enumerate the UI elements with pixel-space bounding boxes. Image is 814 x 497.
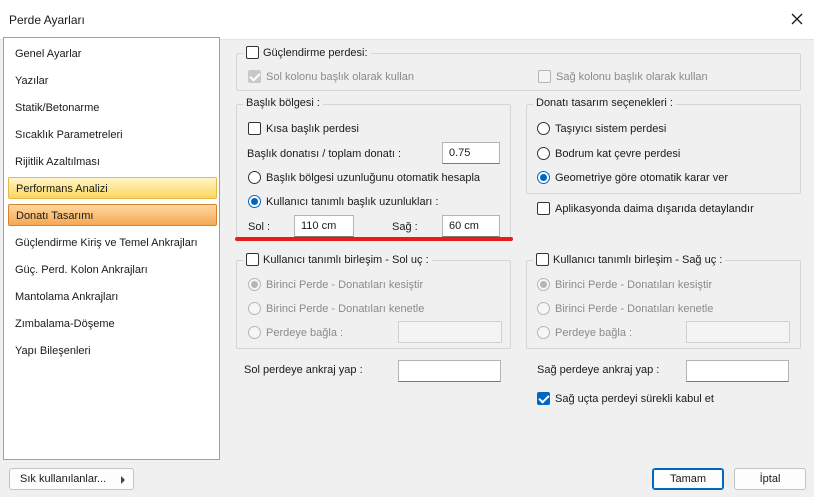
aplikasyon-checkbox[interactable] [537,202,550,215]
sol-kolon-checkbox[interactable] [248,70,261,83]
sidebar-item-donati-tasarimi[interactable]: Donatı Tasarımı [8,204,217,226]
sag-perdeye-bagla-radio[interactable] [537,326,550,339]
sag-kenetle-radio[interactable] [537,302,550,315]
sol-kolon-option[interactable]: Sol kolonu başlık olarak kullan [248,70,414,83]
sag-perdeye-bagla-option[interactable]: Perdeye bağla : [537,326,632,339]
sol-uzunluk-label: Sol : [248,221,271,233]
sag-kolon-checkbox[interactable] [538,70,551,83]
sol-kolon-label: Sol kolonu başlık olarak kullan [266,70,414,83]
sol-kenetle-radio[interactable] [248,302,261,315]
tasiyici-radio[interactable] [537,122,550,135]
sol-kesistir-radio[interactable] [248,278,261,291]
sidebar-item-guclendirme-kiris[interactable]: Güçlendirme Kiriş ve Temel Ankrajları [8,232,217,254]
settings-category-list[interactable]: Genel Ayarlar Yazılar Statik/Betonarme S… [3,37,220,460]
sol-kenetle-label: Birinci Perde - Donatıları kenetle [266,302,425,315]
bodrum-radio[interactable] [537,147,550,160]
favorites-label: Sık kullanılanlar... [20,473,107,485]
sol-birlesim-group: Kullanıcı tanımlı birleşim - Sol uç : Bi… [236,253,511,349]
bodrum-label: Bodrum kat çevre perdesi [555,147,681,160]
guclendirme-label: Güçlendirme perdesi: [263,46,368,59]
caret-right-icon [121,476,125,484]
sidebar-item-performans-analizi[interactable]: Performans Analizi [8,177,217,199]
kullanici-tanimli-radio[interactable] [248,195,261,208]
sol-kesistir-label: Birinci Perde - Donatıları kesiştir [266,278,424,291]
sidebar-item-zimbalama[interactable]: Zımbalama-Döşeme [8,313,217,335]
tasiyici-option[interactable]: Taşıyıcı sistem perdesi [537,122,666,135]
sag-birlesim-toggle[interactable]: Kullanıcı tanımlı birleşim - Sağ uç : [533,253,726,266]
sol-perdeye-bagla-input[interactable] [398,321,502,343]
sidebar-item-yazilar[interactable]: Yazılar [8,70,217,92]
sol-ankraj-label: Sol perdeye ankraj yap : [244,364,363,376]
baslik-oran-input[interactable]: 0.75 [442,142,500,164]
sol-perdeye-bagla-option[interactable]: Perdeye bağla : [248,326,343,339]
sol-kenetle-option[interactable]: Birinci Perde - Donatıları kenetle [248,302,424,315]
ok-button[interactable]: Tamam [652,468,724,490]
sag-kolon-option[interactable]: Sağ kolonu başlık olarak kullan [538,70,708,83]
kullanici-tanimli-option[interactable]: Kullanıcı tanımlı başlık uzunlukları : [248,195,438,208]
sag-uzunluk-input[interactable]: 60 cm [442,215,500,237]
sag-kesistir-option[interactable]: Birinci Perde - Donatıları kesiştir [537,278,712,291]
sidebar-item-yapi-bilesenleri[interactable]: Yapı Bileşenleri [8,340,217,362]
sidebar-item-rijitlik[interactable]: Rijitlik Azaltılması [8,151,217,173]
surekli-label: Sağ uçta perdeyi sürekli kabul et [555,392,714,405]
kisa-baslik-label: Kısa başlık perdesi [266,122,359,135]
bodrum-option[interactable]: Bodrum kat çevre perdesi [537,147,680,160]
geometri-label: Geometriye göre otomatik karar ver [555,171,729,184]
sol-kesistir-option[interactable]: Birinci Perde - Donatıları kesiştir [248,278,423,291]
title-bar: Perde Ayarları [0,0,814,40]
aplikasyon-option[interactable]: Aplikasyonda daima dışarıda detaylandır [537,202,754,215]
sag-kenetle-option[interactable]: Birinci Perde - Donatıları kenetle [537,302,713,315]
donati-secenekleri-title: Donatı tasarım seçenekleri : [533,97,676,109]
sag-birlesim-checkbox[interactable] [536,253,549,266]
red-underline-annotation [235,237,513,241]
baslik-bolgesi-group: Başlık bölgesi : Kısa başlık perdesi Baş… [236,97,511,239]
surekli-checkbox[interactable] [537,392,550,405]
close-icon[interactable] [790,12,804,26]
geometri-radio[interactable] [537,171,550,184]
donati-secenekleri-group: Donatı tasarım seçenekleri : Taşıyıcı si… [526,97,801,194]
sag-perdeye-bagla-input[interactable] [686,321,790,343]
sidebar-item-sicaklik[interactable]: Sıcaklık Parametreleri [8,124,217,146]
sag-kesistir-label: Birinci Perde - Donatıları kesiştir [555,278,713,291]
baslik-bolgesi-title: Başlık bölgesi : [243,97,323,109]
guclendirme-checkbox[interactable] [246,46,259,59]
guclendirme-group: Güçlendirme perdesi: Sol kolonu başlık o… [236,46,801,91]
sag-perdeye-bagla-label: Perdeye bağla : [555,326,633,339]
sol-uzunluk-input[interactable]: 110 cm [294,215,354,237]
window-title: Perde Ayarları [9,13,85,27]
sag-birlesim-label: Kullanıcı tanımlı birleşim - Sağ uç : [553,253,723,266]
sol-perdeye-bagla-radio[interactable] [248,326,261,339]
sidebar-item-guc-perd-kolon[interactable]: Güç. Perd. Kolon Ankrajları [8,259,217,281]
sol-perdeye-bagla-label: Perdeye bağla : [266,326,344,339]
otomatik-hesapla-radio[interactable] [248,171,261,184]
otomatik-hesapla-option[interactable]: Başlık bölgesi uzunluğunu otomatik hesap… [248,171,480,184]
sidebar-item-mantolama[interactable]: Mantolama Ankrajları [8,286,217,308]
sol-birlesim-label: Kullanıcı tanımlı birleşim - Sol uç : [263,253,429,266]
sag-ankraj-input[interactable] [686,360,789,382]
kisa-baslik-checkbox[interactable] [248,122,261,135]
sol-birlesim-toggle[interactable]: Kullanıcı tanımlı birleşim - Sol uç : [243,253,432,266]
kisa-baslik-option[interactable]: Kısa başlık perdesi [248,122,359,135]
aplikasyon-label: Aplikasyonda daima dışarıda detaylandır [555,202,754,215]
sag-ankraj-label: Sağ perdeye ankraj yap : [537,364,660,376]
sol-ankraj-input[interactable] [398,360,501,382]
sidebar-item-genel-ayarlar[interactable]: Genel Ayarlar [8,43,217,65]
kullanici-tanimli-label: Kullanıcı tanımlı başlık uzunlukları : [266,195,439,208]
baslik-oran-label: Başlık donatısı / toplam donatı : [247,148,402,160]
sag-kesistir-radio[interactable] [537,278,550,291]
cancel-button[interactable]: İptal [734,468,806,490]
sag-kolon-label: Sağ kolonu başlık olarak kullan [556,70,708,83]
sol-birlesim-checkbox[interactable] [246,253,259,266]
sidebar-item-statik-betonarme[interactable]: Statik/Betonarme [8,97,217,119]
sag-birlesim-group: Kullanıcı tanımlı birleşim - Sağ uç : Bi… [526,253,801,349]
sag-kenetle-label: Birinci Perde - Donatıları kenetle [555,302,714,315]
sag-uzunluk-label: Sağ : [392,221,418,233]
otomatik-hesapla-label: Başlık bölgesi uzunluğunu otomatik hesap… [266,171,481,184]
favorites-button[interactable]: Sık kullanılanlar... [9,468,134,490]
surekli-option[interactable]: Sağ uçta perdeyi sürekli kabul et [537,392,714,405]
guclendirme-toggle[interactable]: Güçlendirme perdesi: [243,46,371,59]
tasiyici-label: Taşıyıcı sistem perdesi [555,122,667,135]
geometri-option[interactable]: Geometriye göre otomatik karar ver [537,171,728,184]
